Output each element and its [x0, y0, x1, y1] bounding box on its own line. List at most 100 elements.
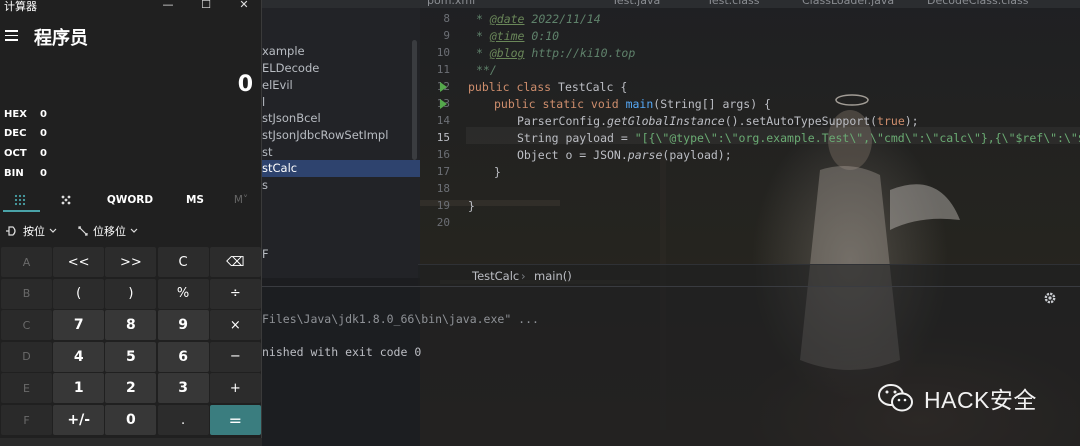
tree-item[interactable]: l	[262, 94, 265, 111]
key-1-button[interactable]: 1	[53, 373, 105, 404]
calculator-display: 0	[237, 72, 253, 97]
breadcrumb: TestCalc › main()	[418, 264, 1080, 286]
tree-item[interactable]: xample	[262, 43, 305, 60]
line-number: 17	[436, 165, 450, 178]
key-c-button[interactable]: C	[1, 310, 52, 341]
key-equals-button[interactable]: =	[209, 405, 261, 435]
line-number: 8	[443, 12, 450, 25]
keypad-grid-icon[interactable]	[6, 189, 34, 211]
window-title: 计算器	[4, 0, 37, 13]
code-line-14: ParserConfig.getGlobalInstance().setAuto…	[517, 114, 919, 128]
tree-item[interactable]: stJsonBcel	[262, 110, 321, 127]
file-tab[interactable]: Test.java	[612, 0, 660, 8]
file-tab[interactable]: ClassLoader.java	[802, 0, 894, 8]
file-tab[interactable]: DecodeClass.class	[927, 0, 1029, 8]
tree-item-selected[interactable]: stCalc	[262, 160, 297, 177]
code-line-8: * @date 2022/11/14	[476, 12, 601, 26]
key-e-button[interactable]: E	[1, 373, 52, 404]
minimize-button[interactable]: —	[158, 0, 178, 12]
key-close-paren-button[interactable]: )	[105, 278, 157, 309]
bitshift-dropdown[interactable]: 位移位	[77, 223, 138, 239]
tree-item[interactable]: ELDecode	[262, 60, 319, 77]
watermark-text: HACK安全	[924, 387, 1037, 413]
calculator-title-bar[interactable]: 计算器 — ☐ ✕	[0, 0, 262, 13]
breadcrumb-separator: ›	[521, 269, 526, 283]
tree-item[interactable]: F	[262, 246, 269, 263]
key-6-button[interactable]: 6	[157, 341, 209, 372]
tree-item[interactable]: st	[262, 144, 273, 161]
wechat-watermark: HACK安全	[876, 380, 1037, 416]
line-number: 20	[436, 216, 450, 229]
key-clear-button[interactable]: C	[157, 247, 209, 277]
key-4-button[interactable]: 4	[53, 341, 105, 372]
gear-icon[interactable]	[1043, 291, 1057, 305]
key-minus-button[interactable]: −	[209, 341, 261, 372]
bitwise-row: 按位 位移位	[0, 220, 262, 242]
run-main-icon[interactable]	[440, 99, 447, 109]
close-button[interactable]: ✕	[234, 0, 254, 12]
file-tab[interactable]: pom.xml	[427, 0, 475, 8]
tree-item[interactable]: elEvil	[262, 77, 293, 94]
breadcrumb-class[interactable]: TestCalc	[472, 269, 519, 283]
line-number: 19	[436, 199, 450, 212]
key-shift-left-button[interactable]: <<	[53, 247, 105, 277]
tree-item[interactable]: stJsonJdbcRowSetImpl	[262, 127, 388, 144]
line-number: 16	[436, 148, 450, 161]
radix-hex[interactable]: HEX 0	[4, 109, 47, 125]
project-tree-scrollbar[interactable]	[412, 40, 417, 160]
logic-gate-icon	[6, 226, 16, 236]
line-number: 18	[436, 182, 450, 195]
key-3-button[interactable]: 3	[157, 373, 209, 404]
bitshift-label: 位移位	[93, 225, 126, 238]
line-number: 15	[436, 131, 450, 144]
key-divide-button[interactable]: ÷	[209, 278, 261, 309]
file-tab[interactable]: Test.class	[707, 0, 759, 8]
key-percent-button[interactable]: %	[157, 278, 209, 309]
run-class-icon[interactable]	[440, 82, 447, 92]
line-number: 14	[436, 114, 450, 127]
key-a-button[interactable]: A	[1, 247, 52, 277]
code-line-11: **/	[476, 63, 497, 77]
code-line-13: public static void main(String[] args) {	[494, 97, 771, 111]
key-plus-button[interactable]: +	[209, 373, 261, 404]
word-size-button[interactable]: QWORD	[100, 189, 160, 211]
key-d-button[interactable]: D	[1, 341, 52, 372]
line-number: 10	[436, 46, 450, 59]
key-shift-right-button[interactable]: >>	[105, 247, 157, 277]
key-multiply-button[interactable]: ×	[209, 310, 261, 341]
key-7-button[interactable]: 7	[53, 310, 105, 341]
calculator-keypad: A << >> C ⌫ B()% ÷ C 7 8 9 × D 4 5 6− E 1 2 3 + F +/- 0. =	[0, 247, 262, 437]
bit-toggle-keypad-icon[interactable]	[52, 189, 80, 211]
key-8-button[interactable]: 8	[105, 310, 157, 341]
key-negate-button[interactable]: +/-	[53, 405, 105, 435]
key-2-button[interactable]: 2	[105, 373, 157, 404]
calculator-bottom-edge	[0, 438, 262, 446]
editor-tab-strip: pom.xml Test.java Test.class ClassLoader…	[262, 0, 1080, 8]
line-number: 9	[443, 29, 450, 42]
code-line-10: * @blog http://ki10.top	[476, 46, 636, 60]
key-9-button[interactable]: 9	[157, 310, 209, 341]
maximize-button[interactable]: ☐	[196, 0, 216, 12]
breadcrumb-method[interactable]: main()	[534, 269, 572, 283]
key-5-button[interactable]: 5	[105, 341, 157, 372]
tree-item[interactable]: s	[262, 177, 268, 194]
bitwise-label: 按位	[23, 225, 45, 238]
radix-oct[interactable]: OCT 0	[4, 148, 47, 164]
key-f-button[interactable]: F	[1, 405, 52, 435]
chevron-down-icon	[130, 228, 138, 233]
bitwise-dropdown[interactable]: 按位	[5, 223, 57, 239]
key-b-button[interactable]: B	[1, 278, 52, 309]
radix-dec[interactable]: DEC 0	[4, 128, 47, 144]
key-backspace-button[interactable]: ⌫	[209, 247, 261, 277]
code-line-15: String payload = "[{\"@type\":\"org.exam…	[517, 131, 1080, 145]
key-open-paren-button[interactable]: (	[53, 278, 105, 309]
memory-list-button[interactable]: M˅	[226, 189, 256, 211]
bit-shift-icon	[78, 226, 88, 236]
code-editor[interactable]: * @date 2022/11/14 * @time 0:10 * @blog …	[468, 8, 1080, 266]
radix-bin[interactable]: BIN 0	[4, 168, 47, 184]
memory-store-button[interactable]: MS	[180, 189, 210, 211]
key-decimal-button[interactable]: .	[157, 405, 209, 435]
code-line-17: }	[494, 165, 501, 179]
key-0-button[interactable]: 0	[105, 405, 157, 435]
hamburger-menu-icon[interactable]	[5, 30, 18, 42]
